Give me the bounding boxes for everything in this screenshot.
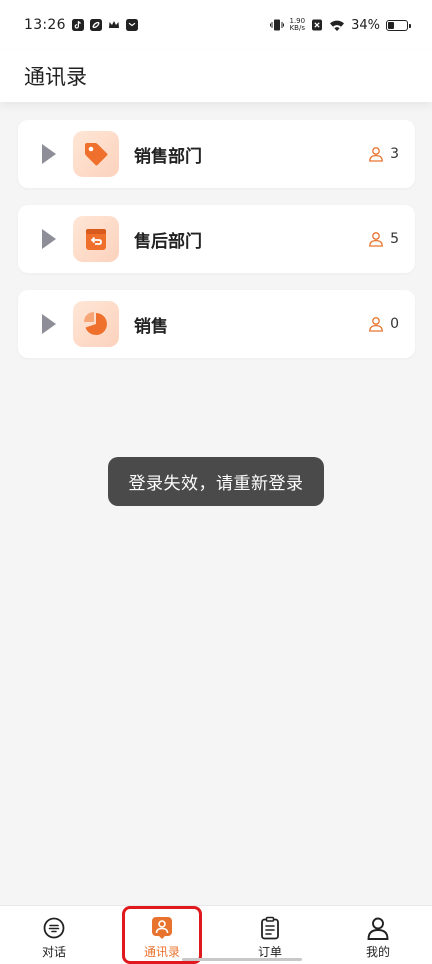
pie-chart-icon — [73, 301, 119, 347]
wifi-icon — [330, 20, 345, 31]
return-box-icon — [73, 216, 119, 262]
department-card-after-sales-dept[interactable]: 售后部门 5 — [18, 205, 415, 273]
status-right: 1.90 KB/s 34% — [269, 17, 411, 33]
tiktok-icon — [71, 19, 84, 31]
contacts-icon — [152, 917, 172, 939]
nav-label: 对话 — [41, 945, 66, 959]
home-indicator[interactable] — [182, 958, 302, 961]
department-card-sales[interactable]: 销售 0 — [18, 290, 415, 358]
battery-icon — [386, 19, 411, 31]
member-icon — [369, 317, 383, 332]
app-screen: 13:26 1.90 KB/s 34% 通讯录 销售部门 3 售后部门 5 销售… — [0, 0, 432, 964]
mail-icon — [125, 19, 138, 31]
sync-app-icon — [89, 19, 102, 31]
expand-arrow-icon[interactable] — [42, 144, 56, 164]
status-bar: 13:26 1.90 KB/s 34% — [0, 0, 432, 50]
member-count: 0 — [368, 316, 399, 332]
nav-item-orders[interactable]: 订单 — [216, 906, 324, 964]
department-list: 销售部门 3 售后部门 5 销售 0 — [18, 120, 415, 375]
page-header: 通讯录 — [0, 50, 432, 102]
nav-item-contacts[interactable]: 通讯录 — [108, 906, 216, 964]
member-icon — [369, 232, 383, 247]
department-card-sales-dept[interactable]: 销售部门 3 — [18, 120, 415, 188]
member-count-value: 3 — [390, 146, 399, 162]
department-name: 销售 — [134, 316, 168, 337]
status-left: 13:26 — [24, 17, 138, 33]
department-name: 销售部门 — [134, 146, 202, 167]
toast-message: 登录失效，请重新登录 — [108, 457, 324, 506]
crown-icon — [108, 21, 119, 28]
member-count: 3 — [368, 146, 399, 162]
nav-label: 通讯录 — [143, 945, 180, 959]
member-icon — [369, 147, 383, 162]
member-count-value: 5 — [390, 231, 399, 247]
battery-fill — [388, 21, 394, 29]
expand-arrow-icon[interactable] — [42, 229, 56, 249]
sim-off-icon — [312, 19, 323, 31]
net-speed-unit: KB/s — [289, 24, 305, 32]
nav-item-mine[interactable]: 我的 — [324, 906, 432, 964]
department-name: 售后部门 — [134, 231, 202, 252]
page-title: 通讯录 — [24, 65, 87, 89]
nav-label: 我的 — [365, 945, 390, 959]
nav-item-chat[interactable]: 对话 — [0, 906, 108, 964]
person-icon — [367, 917, 389, 940]
net-speed: 1.90 KB/s — [290, 18, 306, 32]
battery-text: 34% — [351, 17, 380, 33]
bottom-nav: 对话 通讯录 订单 我的 — [0, 905, 432, 964]
member-count-value: 0 — [390, 316, 399, 332]
chat-icon — [43, 917, 65, 939]
expand-arrow-icon[interactable] — [42, 314, 56, 334]
status-time: 13:26 — [24, 17, 66, 33]
member-count: 5 — [368, 231, 399, 247]
clipboard-icon — [261, 916, 279, 940]
vibrate-icon — [269, 19, 284, 31]
price-tag-icon — [73, 131, 119, 177]
